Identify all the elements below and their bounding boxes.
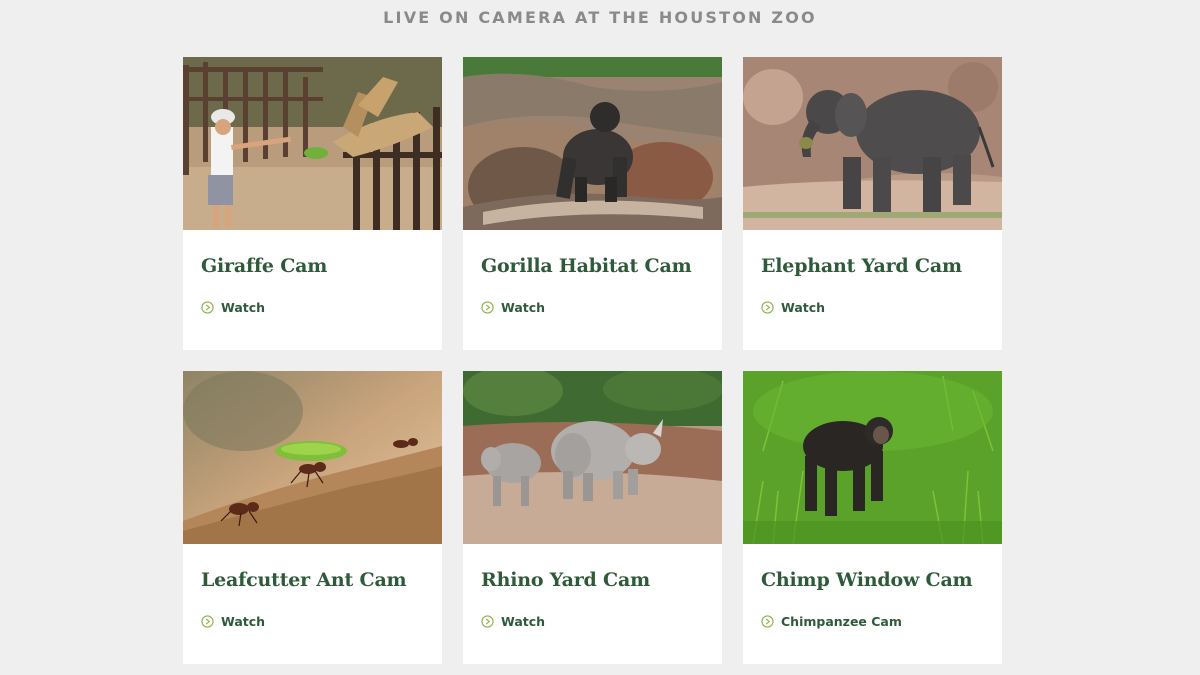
rhino-photo[interactable] xyxy=(463,371,722,544)
play-circle-icon xyxy=(761,615,774,628)
watch-link-label[interactable]: Chimpanzee Cam xyxy=(781,614,902,629)
cam-card-chimp[interactable]: Chimp Window Cam Chimpanzee Cam xyxy=(743,371,1002,664)
watch-link-label[interactable]: Watch xyxy=(501,300,545,315)
play-circle-icon xyxy=(201,301,214,314)
cam-title[interactable]: Elephant Yard Cam xyxy=(761,254,984,278)
cam-card-gorilla[interactable]: Gorilla Habitat Cam Watch xyxy=(463,57,722,350)
cam-grid: Giraffe Cam Watch Gorilla Habitat Cam Wa… xyxy=(183,57,1003,664)
watch-link[interactable]: Watch xyxy=(481,300,704,315)
watch-link-label[interactable]: Watch xyxy=(221,300,265,315)
watch-link[interactable]: Watch xyxy=(201,300,424,315)
play-circle-icon xyxy=(481,301,494,314)
watch-link-label[interactable]: Watch xyxy=(221,614,265,629)
cam-title[interactable]: Leafcutter Ant Cam xyxy=(201,568,424,592)
cam-title[interactable]: Rhino Yard Cam xyxy=(481,568,704,592)
giraffe-photo[interactable] xyxy=(183,57,442,230)
chimp-photo[interactable] xyxy=(743,371,1002,544)
watch-link-label[interactable]: Watch xyxy=(781,300,825,315)
watch-link-label[interactable]: Watch xyxy=(501,614,545,629)
elephant-photo[interactable] xyxy=(743,57,1002,230)
watch-link[interactable]: Watch xyxy=(761,300,984,315)
cam-card-elephant[interactable]: Elephant Yard Cam Watch xyxy=(743,57,1002,350)
watch-link[interactable]: Watch xyxy=(481,614,704,629)
watch-link[interactable]: Watch xyxy=(201,614,424,629)
cam-card-giraffe[interactable]: Giraffe Cam Watch xyxy=(183,57,442,350)
cam-card-leafcutter-ant[interactable]: Leafcutter Ant Cam Watch xyxy=(183,371,442,664)
cam-title[interactable]: Chimp Window Cam xyxy=(761,568,984,592)
section-title: LIVE ON CAMERA AT THE HOUSTON ZOO xyxy=(383,8,817,27)
play-circle-icon xyxy=(761,301,774,314)
cam-title[interactable]: Giraffe Cam xyxy=(201,254,424,278)
watch-link[interactable]: Chimpanzee Cam xyxy=(761,614,984,629)
cam-title[interactable]: Gorilla Habitat Cam xyxy=(481,254,704,278)
cam-card-rhino[interactable]: Rhino Yard Cam Watch xyxy=(463,371,722,664)
play-circle-icon xyxy=(201,615,214,628)
play-circle-icon xyxy=(481,615,494,628)
gorilla-photo[interactable] xyxy=(463,57,722,230)
leafcutter-ant-photo[interactable] xyxy=(183,371,442,544)
